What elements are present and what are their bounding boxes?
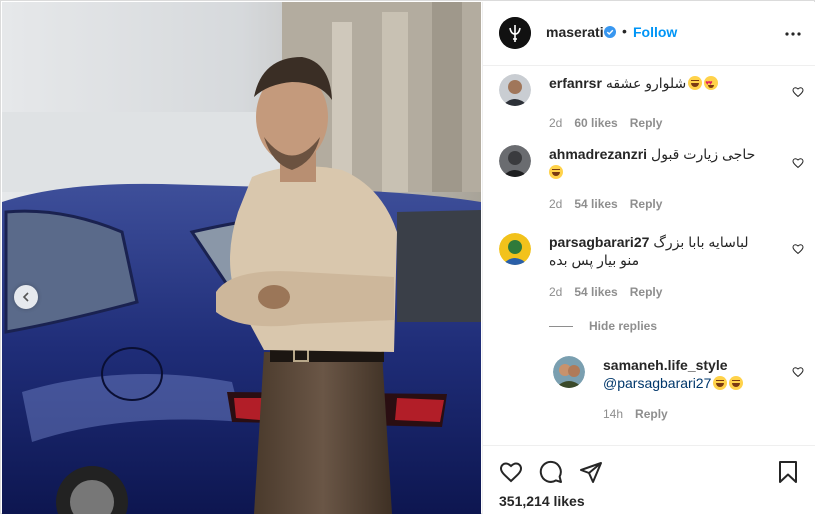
like-comment-heart-icon[interactable] [792, 86, 804, 98]
comment-time[interactable]: 2d [549, 197, 562, 211]
like-comment-heart-icon[interactable] [792, 157, 804, 169]
comment-meta: 2d 54 likes Reply [549, 197, 674, 211]
post-side-panel: maserati • Follow erfanrsr شلوارو عشقه♥♥… [482, 2, 815, 514]
trident-logo-icon [499, 17, 531, 49]
chevron-left-icon [22, 292, 29, 302]
mention-link[interactable]: @parsagbarari27 [603, 375, 711, 391]
comment-meta: 2d 60 likes Reply [549, 116, 674, 130]
comments-list: erfanrsrشلوارو عشقه 2d 60 likes Reply ahma… [483, 67, 815, 443]
reply-button[interactable]: Reply [630, 285, 663, 299]
likes-count[interactable]: 351,214 likes [499, 493, 585, 509]
commenter-avatar[interactable] [499, 145, 531, 177]
maserati-avatar[interactable] [499, 17, 531, 49]
comment-body: ahmadrezanzri حاجی زیارت قبول [549, 145, 774, 181]
comment-text-line-2: منو بیار پس بده [549, 252, 640, 268]
commenter-avatar[interactable] [553, 356, 585, 388]
comment-likes[interactable]: 54 likes [574, 285, 617, 299]
comment-time[interactable]: 2d [549, 285, 562, 299]
hide-replies-button[interactable]: Hide replies [549, 319, 657, 333]
comment-username[interactable]: erfanrsr [549, 75, 602, 91]
comment-time[interactable]: 14h [603, 407, 623, 421]
laughing-emoji-icon [688, 76, 703, 90]
comment-likes[interactable]: 60 likes [574, 116, 617, 130]
reply-button[interactable]: Reply [635, 407, 668, 421]
comment-body: parsagbarari27 لباسایه بابا بزرگ منو بیار … [549, 233, 774, 269]
post-dialog: maserati • Follow erfanrsr شلوارو عشقه♥♥… [0, 0, 815, 514]
more-options-icon[interactable] [783, 24, 803, 44]
comment-time[interactable]: 2d [549, 116, 562, 130]
laughing-emoji-icon [729, 376, 744, 390]
comment-username[interactable]: ahmadrezanzri [549, 146, 647, 162]
reply-button[interactable]: Reply [630, 116, 663, 130]
commenter-avatar[interactable] [499, 74, 531, 106]
comment-username[interactable]: parsagbarari27 [549, 234, 649, 250]
comment-meta: 14h Reply [603, 407, 680, 421]
laughing-emoji-icon [549, 165, 563, 179]
hide-replies-label: Hide replies [589, 319, 658, 333]
comment-text: شلوارو عشقه [605, 75, 687, 91]
comment-username[interactable]: samaneh.life_style [603, 357, 728, 373]
follow-button[interactable]: Follow [633, 24, 677, 40]
comment-body: erfanrsr شلوارو عشقه [549, 74, 774, 93]
comment-text: لباسایه بابا بزرگ [653, 234, 749, 250]
laughing-emoji-icon [713, 376, 728, 390]
comment-icon[interactable] [539, 460, 563, 484]
heart-icon[interactable] [499, 460, 523, 484]
heart-eyes-emoji-icon [704, 75, 719, 93]
comment-meta: 2d 54 likes Reply [549, 285, 674, 299]
bookmark-icon[interactable] [776, 460, 800, 484]
comment-text: حاجی زیارت قبول [651, 146, 756, 162]
carousel-previous-button[interactable] [14, 285, 38, 309]
photo-illustration [2, 2, 481, 514]
like-comment-heart-icon[interactable] [792, 243, 804, 255]
comment-body: samaneh.life_style @parsagbarari27 [603, 356, 773, 392]
post-author-username[interactable]: maserati [546, 24, 604, 40]
post-actions: 351,214 likes [483, 445, 815, 514]
post-photo [2, 2, 481, 514]
reply-button[interactable]: Reply [630, 197, 663, 211]
replies-divider-line [549, 326, 573, 328]
commenter-avatar[interactable] [499, 233, 531, 265]
comment-likes[interactable]: 54 likes [574, 197, 617, 211]
like-comment-heart-icon[interactable] [792, 366, 804, 378]
header-separator: • [622, 23, 627, 39]
verified-badge-icon [604, 26, 616, 38]
post-header: maserati • Follow [483, 2, 815, 66]
share-icon[interactable] [579, 460, 603, 484]
